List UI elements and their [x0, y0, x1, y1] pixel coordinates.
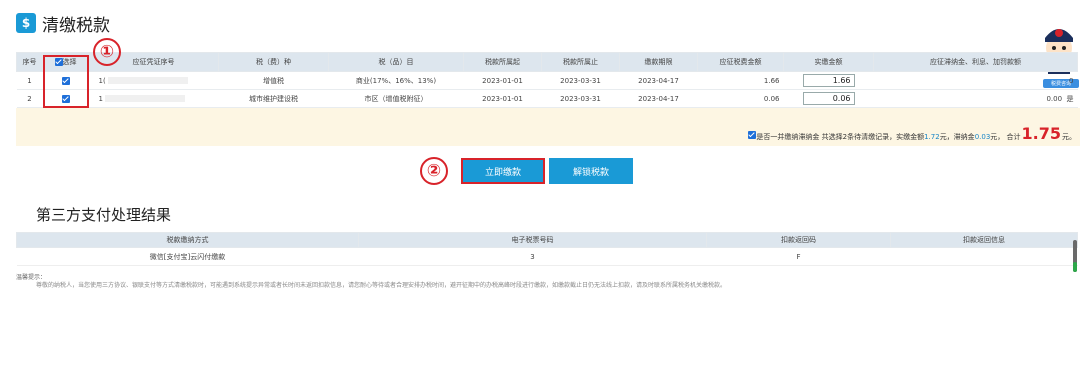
third-party-title: 第三方支付处理结果 [36, 206, 172, 224]
select-column-highlight [43, 55, 89, 108]
row-voucher: 1 [88, 89, 219, 108]
row-end: 2023-03-31 [541, 71, 620, 90]
paid-amount-input[interactable] [802, 92, 855, 105]
scroll-status [1073, 262, 1077, 272]
row-tax-type: 增值税 [218, 71, 329, 90]
pay-ticket: 3 [358, 247, 707, 266]
row-paid[interactable] [783, 71, 874, 90]
row-no: 1 [16, 71, 43, 90]
col-header-method: 税款缴纳方式 [16, 232, 359, 248]
money-bag-icon: $ [16, 13, 36, 33]
col-header-info: 扣款返回信息 [890, 232, 1078, 248]
row-flag: 是 [1066, 94, 1074, 103]
row-item: 商业(17%、16%、13%) [328, 71, 464, 90]
row-deadline: 2023-04-17 [619, 71, 698, 90]
row-amount: 0.06 [697, 89, 784, 108]
pay-code: F [706, 247, 891, 266]
col-header-tax-type: 税（费）种 [218, 52, 329, 72]
page-header: $ 清缴税款 [16, 10, 110, 36]
col-header-paid: 实缴金额 [783, 52, 874, 72]
row-voucher: 1( [88, 71, 219, 90]
row-tax-type: 城市维护建设税 [218, 89, 329, 108]
col-header-end: 税款所属止 [541, 52, 620, 72]
row-no: 2 [16, 89, 43, 108]
row-deadline: 2023-04-17 [619, 89, 698, 108]
row-item: 市区（增值税附征） [328, 89, 464, 108]
row-late-fee: 0.00 是 [873, 89, 1078, 108]
row-amount: 1.66 [697, 71, 784, 90]
payment-summary: 是否一并缴纳滞纳金 共选择2条待清缴记录，实缴金额 1.72 元，滞纳金 0.0… [16, 108, 1080, 146]
late-fee-total: 0.03 [974, 133, 991, 141]
include-late-fee-checkbox[interactable] [748, 131, 757, 139]
pay-now-button[interactable]: 立即缴款 [461, 158, 545, 184]
unlock-tax-button[interactable]: 解锁税款 [549, 158, 633, 184]
paid-amount-input[interactable] [802, 74, 855, 87]
row-start: 2023-01-01 [463, 89, 542, 108]
col-header-no: 序号 [16, 52, 43, 72]
table-row: 微信[支付宝]云闪付缴款 3 F [16, 247, 1078, 266]
col-header-deadline: 缴款期限 [619, 52, 698, 72]
row-end: 2023-03-31 [541, 89, 620, 108]
summary-text: 是否一并缴纳滞纳金 共选择2条待清缴记录，实缴金额 1.72 元，滞纳金 0.0… [748, 124, 1076, 143]
third-party-table: 税款缴纳方式 电子税票号码 扣款返回码 扣款返回信息 微信[支付宝]云闪付缴款 … [16, 232, 1078, 266]
step-marker-two: ② [420, 157, 448, 185]
page-title: 清缴税款 [42, 15, 110, 36]
pay-method: 微信[支付宝]云闪付缴款 [16, 247, 359, 266]
col-header-item: 税（品）目 [328, 52, 464, 72]
row-paid[interactable] [783, 89, 874, 108]
row-late-fee: 0 [873, 71, 1078, 90]
step-marker-one: ① [93, 38, 121, 66]
col-header-ticket: 电子税票号码 [358, 232, 707, 248]
col-header-late-fee: 应征滞纳金、利息、加罚款额 [873, 52, 1078, 72]
row-start: 2023-01-01 [463, 71, 542, 90]
pay-info [890, 247, 1078, 266]
col-header-start: 税款所属起 [463, 52, 542, 72]
paid-total: 1.72 [924, 133, 940, 141]
tips-body: 尊敬的纳税人，当您使用三方协议、银联支付等方式清缴税款时，可能遇到系统提示异常或… [36, 282, 727, 289]
table-row: 2 1 城市维护建设税 市区（增值税附征） 2023-01-01 2023-03… [16, 89, 1078, 108]
tax-table: 序号 选择 应征凭证序号 税（费）种 税（品）目 税款所属起 税款所属止 缴款期… [16, 52, 1078, 108]
col-header-amount: 应征税费金额 [697, 52, 784, 72]
col-header-code: 扣款返回码 [706, 232, 891, 248]
table-row: 1 1( 增值税 商业(17%、16%、13%) 2023-01-01 2023… [16, 71, 1078, 90]
grand-total: 1.75 [1021, 124, 1061, 143]
